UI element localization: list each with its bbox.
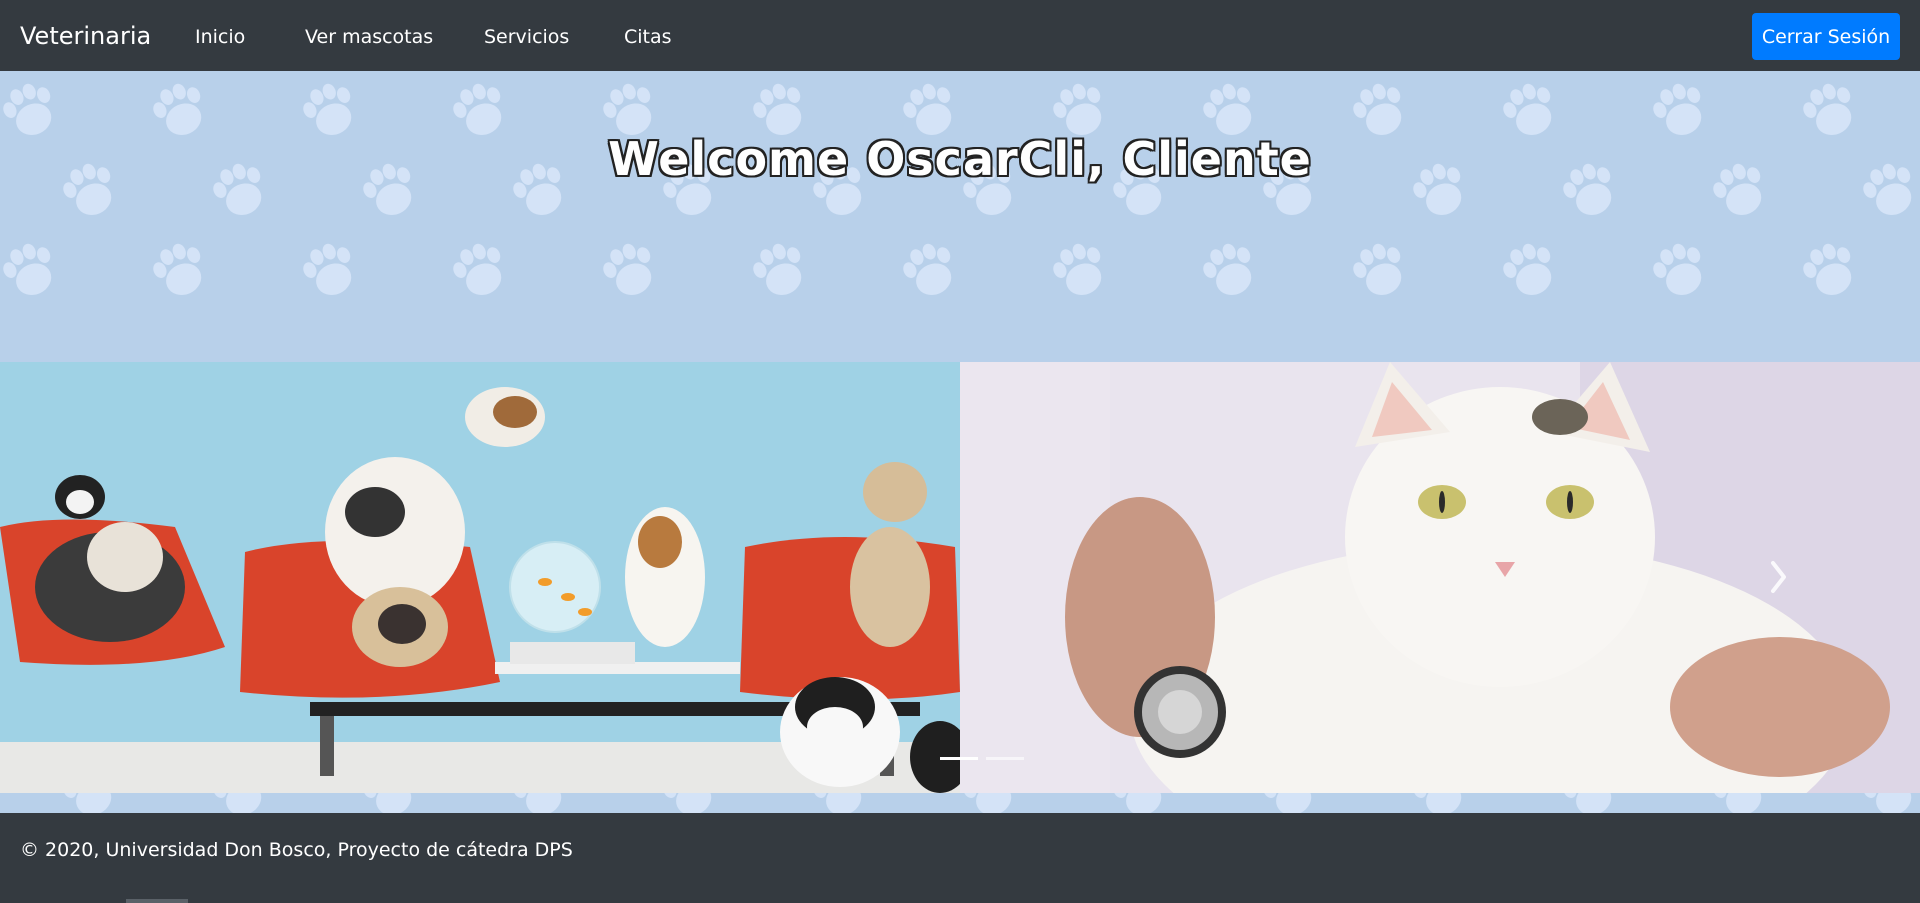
nav-link-servicios[interactable]: Servicios [484, 24, 569, 50]
carousel-next-control[interactable] [1760, 547, 1800, 607]
logout-button[interactable]: Cerrar Sesión [1752, 13, 1900, 60]
nav-link-inicio[interactable]: Inicio [195, 24, 245, 50]
page-footer: © 2020, Universidad Don Bosco, Proyecto … [0, 813, 1920, 903]
image-carousel [0, 362, 1920, 793]
carousel-indicator-2[interactable] [986, 757, 1024, 760]
brand-link[interactable]: Veterinaria [20, 20, 151, 52]
main-content: Welcome OscarCli, Cliente [0, 71, 1920, 813]
footer-copyright: © 2020, Universidad Don Bosco, Proyecto … [20, 839, 573, 861]
carousel-indicators [940, 757, 1024, 760]
nav-link-citas[interactable]: Citas [624, 24, 672, 50]
pets-waiting-room-image [0, 362, 960, 793]
footer-decoration [126, 899, 188, 903]
carousel-slide-pets [0, 362, 960, 793]
carousel-indicator-1[interactable] [940, 757, 978, 760]
nav-link-ver-mascotas[interactable]: Ver mascotas [305, 24, 433, 50]
carousel-slide-vet-cat [960, 362, 1920, 793]
top-navbar: Veterinaria Inicio Ver mascotas Servicio… [0, 0, 1920, 71]
welcome-heading: Welcome OscarCli, Cliente [608, 131, 1312, 186]
chevron-right-icon [1771, 561, 1786, 593]
